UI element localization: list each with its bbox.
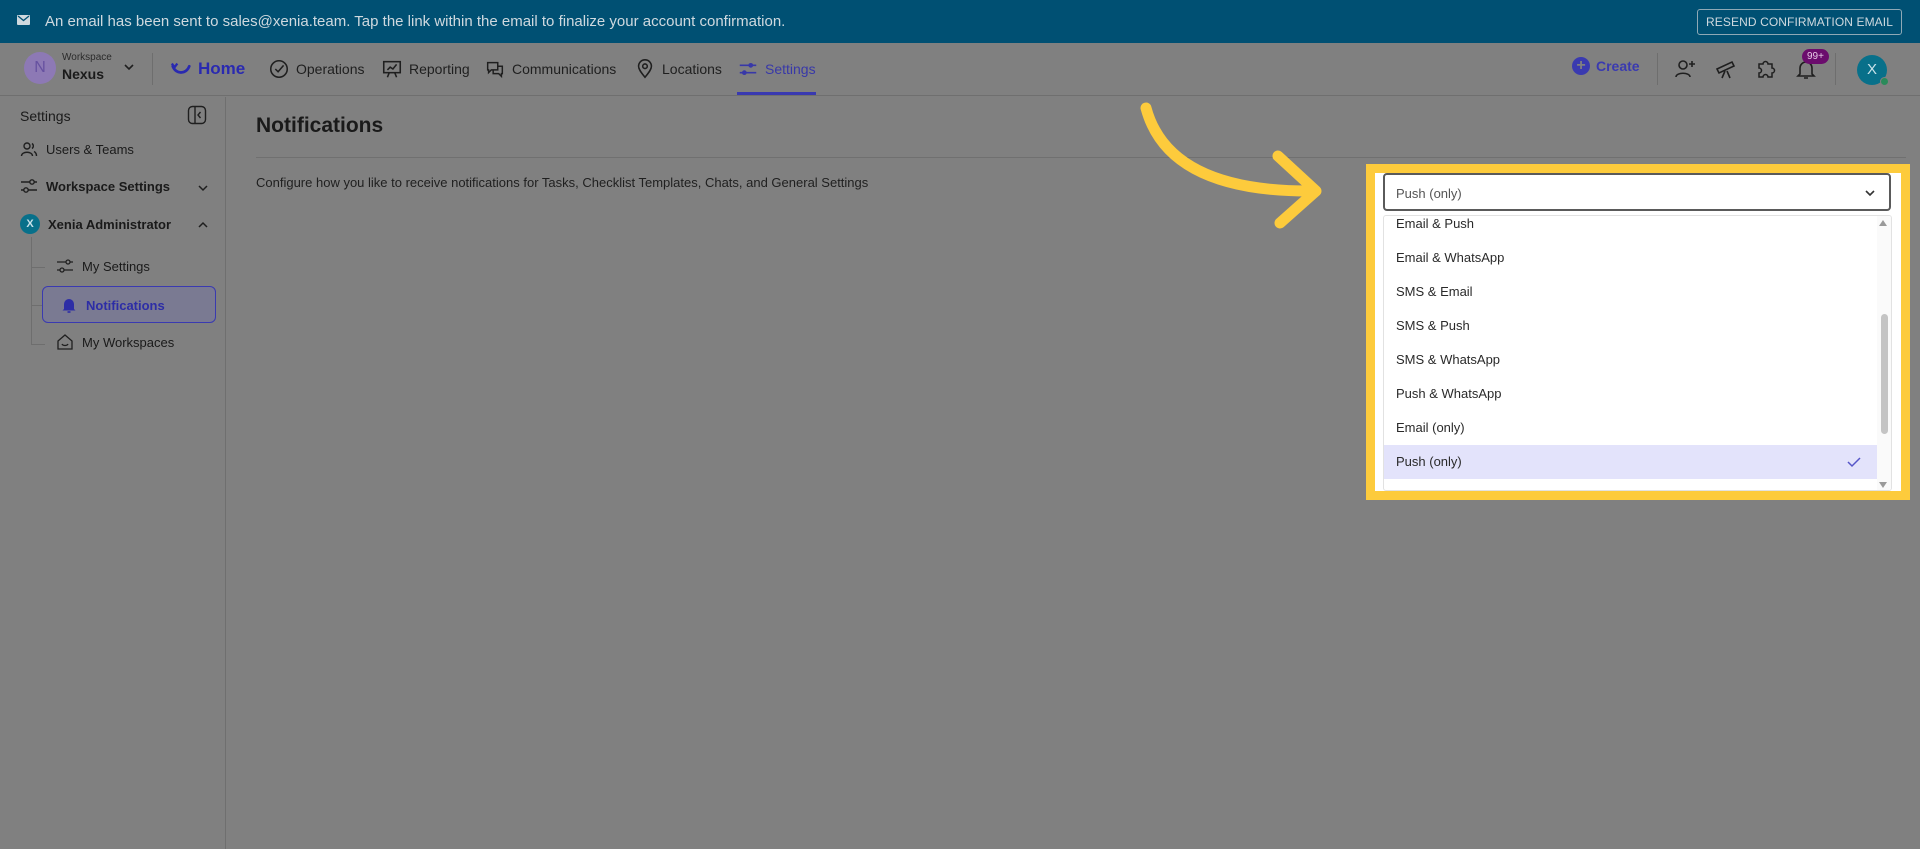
toolbar-divider (1657, 53, 1658, 85)
scroll-down-icon[interactable] (1879, 482, 1887, 488)
sidebar-item-label: My Workspaces (82, 334, 175, 350)
sidebar-item-label: Notifications (86, 297, 165, 313)
nav-operations[interactable]: Operations (268, 57, 364, 81)
sidebar-item-my-workspaces[interactable]: My Workspaces (56, 333, 174, 351)
sidebar-item-xenia-administrator[interactable]: X Xenia Administrator (20, 214, 171, 234)
nav-communications[interactable]: Communications (484, 57, 616, 81)
scrollbar-thumb[interactable] (1881, 314, 1888, 434)
dropdown-option-label: Push (only) (1396, 454, 1462, 469)
title-divider (256, 157, 1906, 158)
nav-home[interactable]: Home (170, 57, 245, 81)
top-navigation: N Workspace Nexus Home Operations Report… (0, 43, 1920, 96)
plus-icon: + (1572, 57, 1590, 75)
sidebar-item-label: Xenia Administrator (48, 216, 172, 232)
chevron-down-icon[interactable] (196, 181, 210, 195)
sidebar-title: Settings (20, 108, 71, 124)
dropdown-option[interactable]: Email & Push (1384, 216, 1877, 241)
dropdown-option[interactable]: Push & WhatsApp (1384, 377, 1877, 411)
dropdown-menu: Email & Push Email & WhatsApp SMS & Emai… (1383, 215, 1892, 491)
puzzle-icon[interactable] (1754, 57, 1778, 81)
nav-divider (152, 53, 153, 85)
sliders-icon (739, 62, 757, 76)
map-pin-icon (637, 59, 653, 79)
callout-arrow-icon (1140, 102, 1322, 229)
tree-line (31, 237, 32, 345)
collapse-sidebar-icon[interactable] (187, 105, 207, 125)
sliders-icon (57, 259, 73, 273)
dropdown-option[interactable]: SMS & WhatsApp (1384, 343, 1877, 377)
sidebar-item-label: My Settings (82, 258, 150, 274)
dropdown-option[interactable]: Email & WhatsApp (1384, 241, 1877, 275)
create-button[interactable]: + Create (1572, 57, 1640, 75)
add-user-icon[interactable] (1673, 57, 1697, 81)
chevron-up-icon[interactable] (196, 218, 210, 232)
sidebar-item-label: Workspace Settings (46, 178, 171, 194)
sidebar-item-notifications-content[interactable]: Notifications (60, 296, 165, 314)
chevron-down-icon[interactable] (1863, 186, 1877, 200)
dropdown-option[interactable]: SMS & Push (1384, 309, 1877, 343)
sidebar-item-users-teams[interactable]: Users & Teams (20, 140, 134, 158)
dropdown-option[interactable]: SMS & Email (1384, 275, 1877, 309)
users-icon (20, 142, 38, 157)
nav-communications-label: Communications (512, 61, 617, 77)
dropdown-options-list: Email & Push Email & WhatsApp SMS & Emai… (1384, 216, 1877, 490)
workspace-label: Workspace (62, 52, 112, 63)
nav-locations-label: Locations (662, 61, 722, 77)
tree-branch (31, 305, 42, 306)
chevron-down-icon[interactable] (122, 60, 136, 74)
tree-branch (31, 267, 45, 268)
sidebar-item-label: Users & Teams (46, 141, 134, 157)
online-status-dot (1880, 77, 1889, 86)
checkmark-icon (1847, 457, 1861, 468)
dropdown-option-selected[interactable]: Push (only) (1384, 445, 1877, 479)
notification-count-badge: 99+ (1802, 49, 1829, 64)
create-label: Create (1596, 58, 1640, 74)
check-circle-icon (269, 59, 289, 79)
sidebar-item-workspace-settings[interactable]: Workspace Settings (20, 177, 170, 195)
page-description: Configure how you like to receive notifi… (256, 175, 869, 190)
sliders-icon (21, 179, 37, 193)
mail-icon (17, 15, 30, 25)
scroll-up-icon[interactable] (1879, 220, 1887, 226)
toolbar-divider-2 (1835, 53, 1836, 85)
home-icon (57, 334, 73, 350)
sidebar-item-my-settings[interactable]: My Settings (56, 257, 150, 275)
settings-sidebar: Settings Users & Teams Workspace Setting… (0, 97, 226, 849)
resend-confirmation-button[interactable]: RESEND CONFIRMATION EMAIL (1697, 9, 1902, 35)
presentation-chart-icon (382, 60, 402, 78)
home-logo-icon (170, 62, 191, 74)
dropdown-option[interactable]: Email (only) (1384, 411, 1877, 445)
chat-bubbles-icon (486, 61, 504, 79)
dropdown-scrollbar[interactable] (1877, 216, 1891, 490)
active-tab-indicator (737, 92, 816, 95)
workspace-name[interactable]: Nexus (62, 66, 104, 82)
confirmation-banner: An email has been sent to sales@xenia.te… (0, 0, 1920, 43)
nav-settings[interactable]: Settings (737, 57, 816, 81)
nav-settings-label: Settings (765, 61, 816, 77)
telescope-icon[interactable] (1714, 57, 1738, 81)
nav-reporting-label: Reporting (409, 61, 470, 77)
nav-home-label: Home (198, 59, 246, 78)
nav-operations-label: Operations (296, 61, 365, 77)
banner-message: An email has been sent to sales@xenia.te… (45, 13, 786, 30)
nav-locations[interactable]: Locations (634, 57, 722, 81)
notification-method-select[interactable]: Push (only) (1383, 173, 1891, 211)
page-title: Notifications (256, 114, 384, 137)
user-avatar-small: X (20, 214, 40, 234)
select-value: Push (only) (1396, 186, 1462, 201)
workspace-avatar[interactable]: N (24, 52, 56, 84)
dropdown-option[interactable]: SMS (only) (1384, 479, 1877, 490)
bell-icon (62, 299, 76, 313)
tree-branch (31, 344, 45, 345)
nav-reporting[interactable]: Reporting (381, 57, 470, 81)
